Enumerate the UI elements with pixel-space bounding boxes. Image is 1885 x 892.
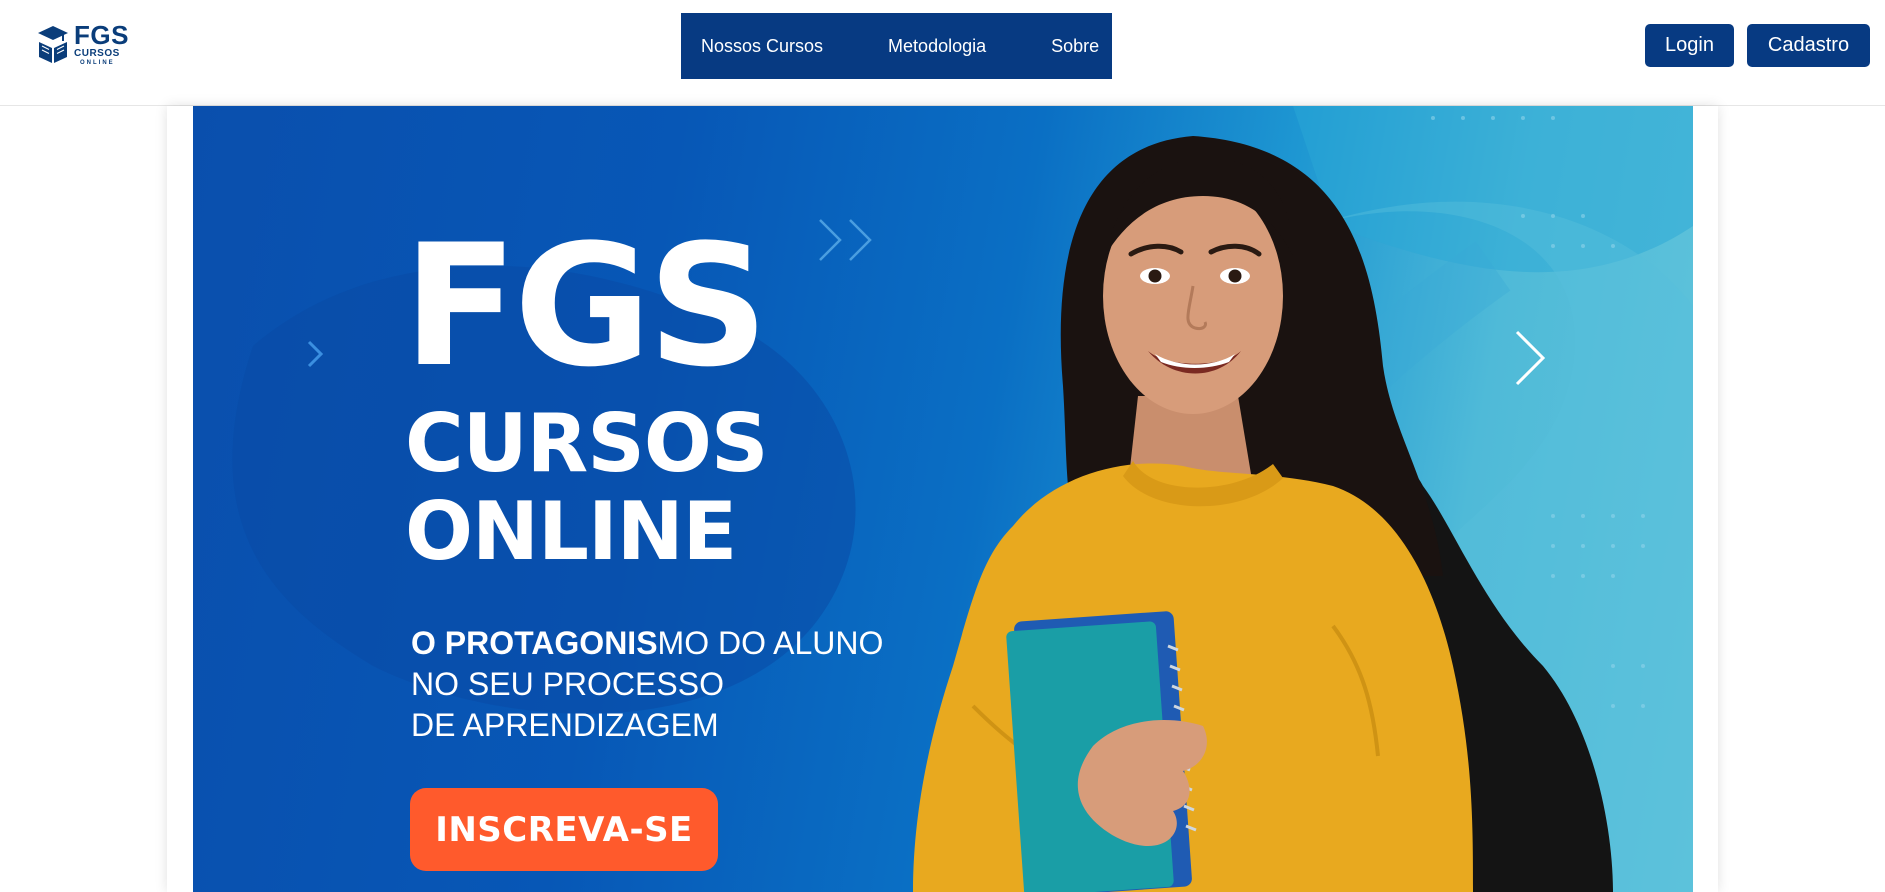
carousel-next-icon[interactable] xyxy=(1507,318,1547,398)
carousel-prev-icon[interactable] xyxy=(301,324,331,384)
tagline-bold-text: O PROTAGONIS xyxy=(411,625,658,661)
tagline-line-2: NO SEU PROCESSO xyxy=(411,666,724,702)
nav-item-sobre[interactable]: Sobre xyxy=(1051,36,1099,57)
logo-sub-text: CURSOS xyxy=(74,48,120,59)
main-nav: Nossos Cursos Metodologia Sobre xyxy=(681,13,1112,79)
logo-main-text: FGS xyxy=(74,20,129,50)
double-chevron-icon xyxy=(819,219,872,261)
hero-tagline: O PROTAGONISMO DO ALUNO NO SEU PROCESSO … xyxy=(411,623,883,746)
inscreva-se-button[interactable]: INSCREVA-SE xyxy=(410,788,718,871)
nav-item-nossos-cursos[interactable]: Nossos Cursos xyxy=(701,36,823,57)
graduation-book-icon xyxy=(38,26,68,63)
nav-item-metodologia[interactable]: Metodologia xyxy=(888,36,986,57)
hero-subtitle-line-2: ONLINE xyxy=(405,485,737,578)
logo-sub-text-2: ONLINE xyxy=(80,60,115,66)
hero-subtitle-line-1: CURSOS xyxy=(405,397,769,490)
site-header: FGS CURSOS ONLINE Nossos Cursos Metodolo… xyxy=(0,0,1885,106)
site-logo[interactable]: FGS CURSOS ONLINE xyxy=(36,22,129,66)
hero-title: FGS xyxy=(403,208,769,404)
login-button[interactable]: Login xyxy=(1645,24,1734,67)
tagline-line-3: DE APRENDIZAGEM xyxy=(411,707,719,743)
logo-wordmark: FGS CURSOS ONLINE xyxy=(74,22,129,66)
hero-banner: FGS CURSOS ONLINE O PROTAGONISMO DO ALUN… xyxy=(193,106,1693,892)
tagline-text: MO DO ALUNO xyxy=(657,625,884,661)
cadastro-button[interactable]: Cadastro xyxy=(1747,24,1870,67)
